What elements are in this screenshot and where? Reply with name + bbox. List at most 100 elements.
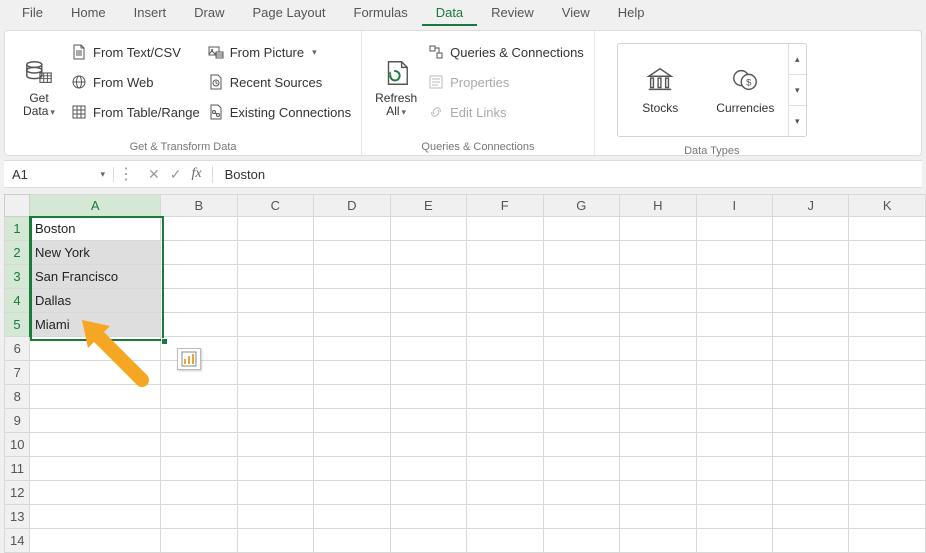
scroll-more-icon[interactable]: ▾ [789,106,806,136]
cell-I14[interactable] [696,529,772,553]
cell-B8[interactable] [161,385,237,409]
cell-A1[interactable]: Boston [30,217,161,241]
col-header-A[interactable]: A [30,195,161,217]
cell-G7[interactable] [543,361,620,385]
cell-G3[interactable] [543,265,620,289]
cell-K14[interactable] [849,529,926,553]
cell-F4[interactable] [467,289,543,313]
row-header-13[interactable]: 13 [5,505,30,529]
cell-K6[interactable] [849,337,926,361]
cell-E13[interactable] [390,505,466,529]
scroll-up-icon[interactable]: ▴ [789,44,806,75]
fill-handle[interactable] [161,338,168,345]
row-header-3[interactable]: 3 [5,265,30,289]
cell-F11[interactable] [467,457,543,481]
cell-H2[interactable] [620,241,697,265]
cell-K7[interactable] [849,361,926,385]
cell-F9[interactable] [467,409,543,433]
cell-A7[interactable] [30,361,161,385]
cell-G12[interactable] [543,481,620,505]
row-header-1[interactable]: 1 [5,217,30,241]
formula-input[interactable]: Boston [213,167,922,182]
cell-H3[interactable] [620,265,697,289]
cell-C8[interactable] [237,385,314,409]
cell-A12[interactable] [30,481,161,505]
col-header-F[interactable]: F [467,195,543,217]
cell-H12[interactable] [620,481,697,505]
cell-E7[interactable] [390,361,466,385]
cell-J13[interactable] [773,505,849,529]
col-header-K[interactable]: K [849,195,926,217]
cell-D9[interactable] [314,409,391,433]
tab-view[interactable]: View [548,2,604,26]
cell-F12[interactable] [467,481,543,505]
select-all-corner[interactable] [5,195,30,217]
cell-E2[interactable] [390,241,466,265]
properties-button[interactable]: Properties [428,69,584,95]
cell-E12[interactable] [390,481,466,505]
tab-review[interactable]: Review [477,2,548,26]
cell-H9[interactable] [620,409,697,433]
cell-B11[interactable] [161,457,237,481]
cell-A13[interactable] [30,505,161,529]
cell-C7[interactable] [237,361,314,385]
cell-C4[interactable] [237,289,314,313]
cell-B10[interactable] [161,433,237,457]
existing-connections-button[interactable]: Existing Connections [208,99,351,125]
cell-I4[interactable] [696,289,772,313]
cell-G5[interactable] [543,313,620,337]
cell-E6[interactable] [390,337,466,361]
cell-D5[interactable] [314,313,391,337]
cell-H8[interactable] [620,385,697,409]
cell-C12[interactable] [237,481,314,505]
cell-A9[interactable] [30,409,161,433]
enter-icon[interactable]: ✓ [170,166,182,183]
cell-F2[interactable] [467,241,543,265]
cell-E10[interactable] [390,433,466,457]
cell-I13[interactable] [696,505,772,529]
cell-B3[interactable] [161,265,237,289]
col-header-C[interactable]: C [237,195,314,217]
cell-G2[interactable] [543,241,620,265]
tab-insert[interactable]: Insert [120,2,181,26]
cell-K12[interactable] [849,481,926,505]
row-header-11[interactable]: 11 [5,457,30,481]
cell-E14[interactable] [390,529,466,553]
cell-B5[interactable] [161,313,237,337]
cell-F14[interactable] [467,529,543,553]
cell-K10[interactable] [849,433,926,457]
cell-K1[interactable] [849,217,926,241]
cell-I10[interactable] [696,433,772,457]
col-header-D[interactable]: D [314,195,391,217]
cell-I8[interactable] [696,385,772,409]
cell-E9[interactable] [390,409,466,433]
row-header-9[interactable]: 9 [5,409,30,433]
cell-B14[interactable] [161,529,237,553]
vdots-icon[interactable]: ⋮ [114,164,138,184]
cell-J3[interactable] [773,265,849,289]
cell-E5[interactable] [390,313,466,337]
tab-formulas[interactable]: Formulas [340,2,422,26]
cell-F5[interactable] [467,313,543,337]
cell-K5[interactable] [849,313,926,337]
cell-C5[interactable] [237,313,314,337]
tab-file[interactable]: File [8,2,57,26]
recent-sources-button[interactable]: Recent Sources [208,69,351,95]
cell-G11[interactable] [543,457,620,481]
cell-H4[interactable] [620,289,697,313]
cell-A8[interactable] [30,385,161,409]
row-header-14[interactable]: 14 [5,529,30,553]
cell-F1[interactable] [467,217,543,241]
cell-H5[interactable] [620,313,697,337]
col-header-H[interactable]: H [620,195,697,217]
cell-D14[interactable] [314,529,391,553]
col-header-J[interactable]: J [773,195,849,217]
name-box[interactable]: A1 ▾ [4,167,114,182]
tab-help[interactable]: Help [604,2,659,26]
cell-J8[interactable] [773,385,849,409]
cell-J6[interactable] [773,337,849,361]
cell-D2[interactable] [314,241,391,265]
cell-B12[interactable] [161,481,237,505]
cell-I9[interactable] [696,409,772,433]
cell-H14[interactable] [620,529,697,553]
